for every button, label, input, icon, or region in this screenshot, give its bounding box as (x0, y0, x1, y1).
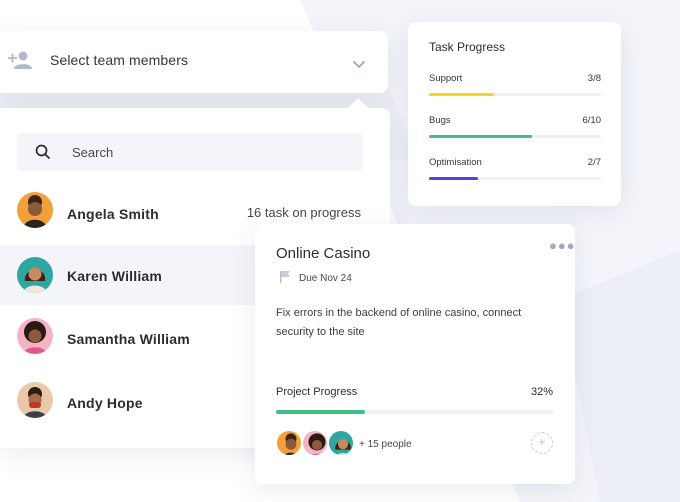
avatar (17, 318, 53, 354)
task-label: Bugs (429, 115, 451, 126)
due-date: Due Nov 24 (299, 273, 352, 284)
progress-fill (429, 135, 533, 138)
task-count: 3/8 (587, 73, 601, 84)
member-name: Andy Hope (67, 395, 143, 411)
flag-icon (279, 270, 291, 288)
project-progress-fill (276, 410, 365, 414)
progress-fill (429, 93, 494, 96)
task-progress-item-support: Support 3/8 (429, 73, 601, 99)
progress-fill (429, 177, 479, 180)
member-task-count: 16 task on progress (246, 205, 361, 220)
member-name: Angela Smith (67, 206, 159, 222)
task-label: Optimisation (429, 157, 482, 168)
avatar (17, 382, 53, 418)
search-input[interactable]: Search (17, 133, 363, 171)
project-title: Online Casino (276, 245, 371, 262)
avatar (301, 429, 329, 457)
add-person-icon (8, 50, 34, 75)
task-progress-card: Task Progress Support 3/8 Bugs 6/10 Opti… (408, 22, 621, 206)
task-count: 6/10 (582, 115, 602, 126)
task-progress-item-optimisation: Optimisation 2/7 (429, 157, 601, 183)
task-progress-item-bugs: Bugs 6/10 (429, 115, 601, 141)
add-member-button[interactable]: + (531, 432, 553, 454)
search-icon (35, 144, 51, 165)
task-label: Support (429, 73, 463, 84)
more-options-icon[interactable]: ●●● (549, 238, 576, 253)
project-progress-label: Project Progress (276, 386, 358, 398)
avatar (17, 257, 53, 293)
project-description: Fix errors in the backend of online casi… (276, 307, 522, 338)
project-card[interactable]: Online Casino ●●● Due Nov 24 Fix errors … (255, 224, 575, 484)
search-placeholder: Search (72, 145, 114, 160)
avatar (327, 429, 355, 457)
progress-track (429, 93, 601, 96)
member-name: Samantha William (67, 331, 190, 347)
task-progress-title: Task Progress (429, 40, 506, 54)
project-progress-track (276, 410, 553, 414)
task-count: 2/7 (587, 157, 601, 168)
plus-icon: + (538, 435, 546, 449)
people-count: + 15 people (359, 439, 412, 450)
team-member-selector[interactable]: Select team members (0, 31, 388, 93)
selector-label: Select team members (50, 52, 189, 68)
avatar (17, 192, 53, 228)
member-name: Karen William (67, 268, 163, 284)
chevron-down-icon[interactable] (352, 56, 366, 74)
avatar (275, 429, 303, 457)
project-progress-value: 32% (530, 386, 553, 398)
progress-track (429, 177, 601, 180)
progress-track (429, 135, 601, 138)
